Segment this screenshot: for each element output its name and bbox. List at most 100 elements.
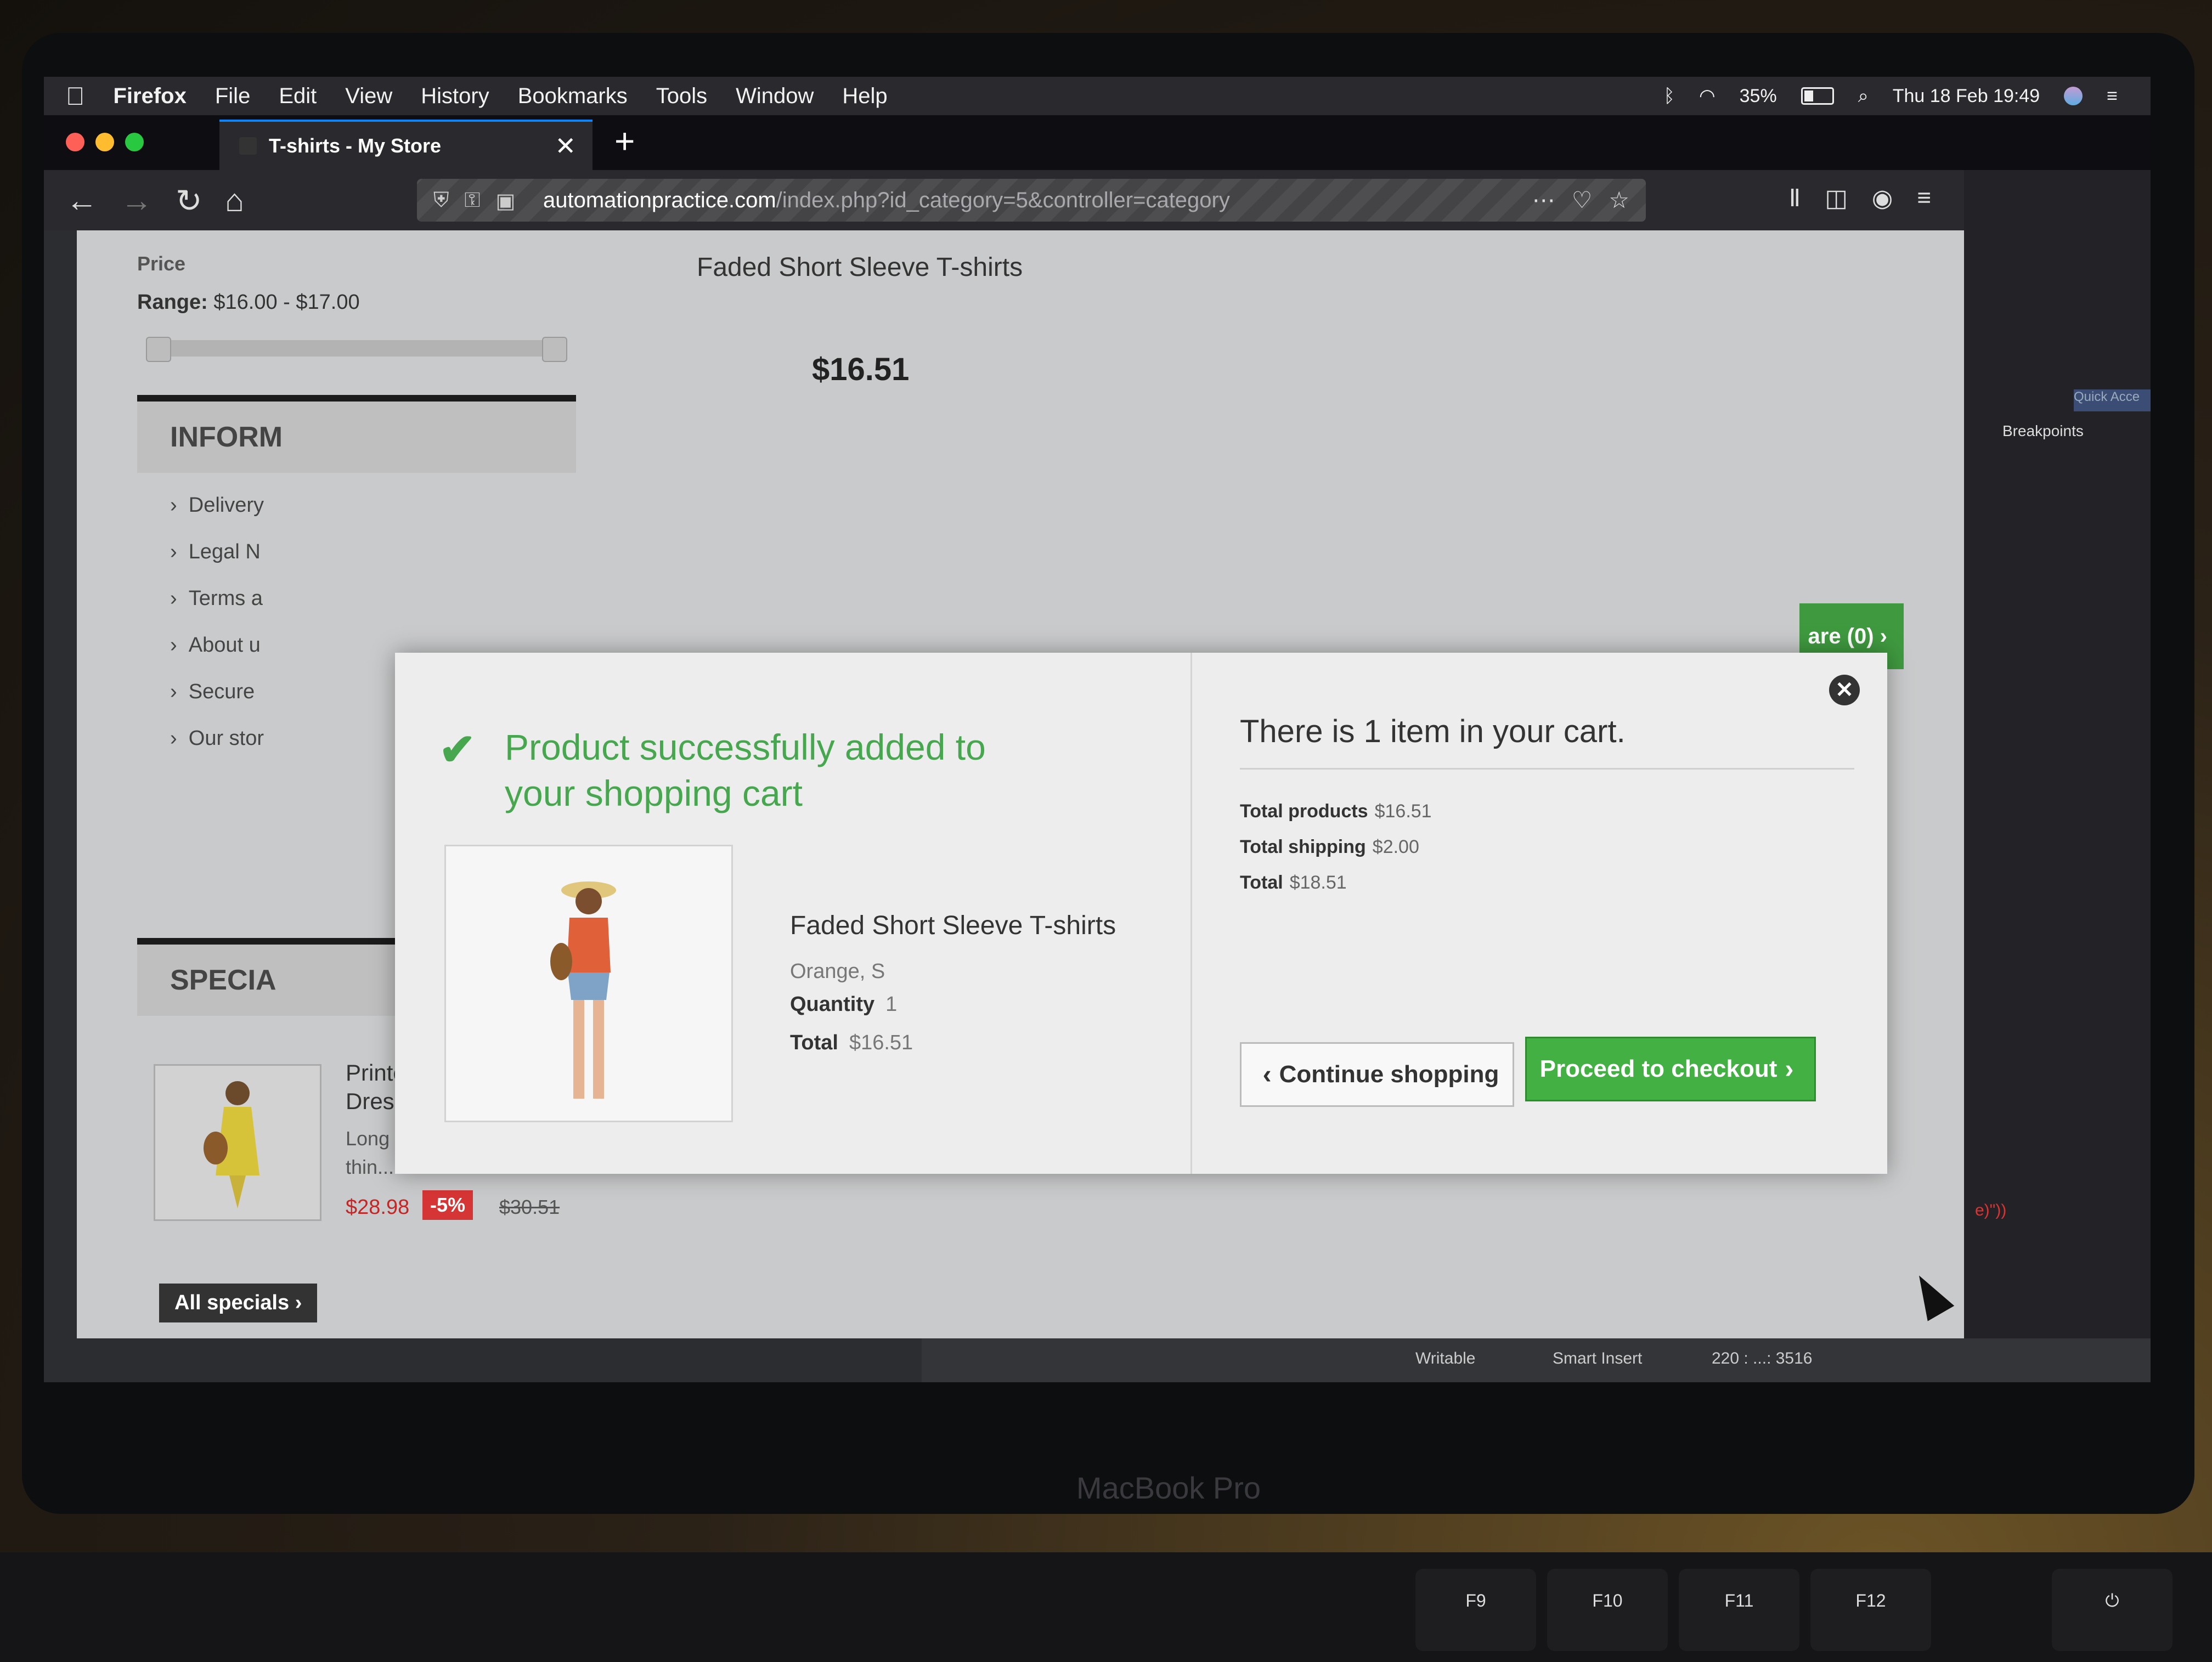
product-card-title[interactable]: Faded Short Sleeve T-shirts: [697, 252, 1023, 282]
insert-mode-status: Smart Insert: [1553, 1349, 1643, 1367]
modal-product-name: Faded Short Sleeve T-shirts: [790, 911, 1116, 940]
app-menu[interactable]: Firefox: [114, 84, 187, 109]
checkmark-icon: ✔: [439, 725, 476, 774]
menu-bookmarks[interactable]: Bookmarks: [518, 84, 628, 109]
laptop-screen:  Firefox File Edit View History Bookmar…: [44, 77, 2151, 1382]
tab-close-icon[interactable]: ✕: [555, 131, 576, 161]
slider-min-handle[interactable]: [146, 337, 171, 362]
chevron-right-icon: ›: [1785, 1054, 1794, 1084]
information-block-title: INFORM: [137, 402, 576, 473]
hamburger-menu-icon[interactable]: ≡: [1917, 184, 1931, 212]
key-f11: F11: [1679, 1569, 1799, 1651]
cart-divider: [1240, 768, 1854, 770]
tab-favicon-icon: [239, 137, 257, 155]
url-domain: automationpractice.com: [543, 188, 776, 212]
ide-status-bar: Writable Smart Insert 220 : ...: 3516: [922, 1338, 2151, 1382]
modal-product-panel: ✔ Product successfully added to your sho…: [395, 653, 1192, 1174]
spotlight-search-icon[interactable]: ⌕: [1858, 86, 1869, 107]
breakpoints-tab[interactable]: Breakpoints: [2002, 422, 2084, 440]
range-label: Range:: [137, 291, 208, 314]
continue-shopping-button[interactable]: ‹ Continue shopping: [1240, 1042, 1514, 1107]
browser-tab-bar: T-shirts - My Store ✕ +: [44, 115, 2151, 170]
all-specials-button[interactable]: All specials ›: [159, 1284, 318, 1322]
menu-file[interactable]: File: [215, 84, 250, 109]
url-bar-left-icons: ⛨ ⚿ ▣: [433, 189, 515, 213]
proceed-to-checkout-button[interactable]: Proceed to checkout ›: [1525, 1037, 1816, 1101]
menu-window[interactable]: Window: [736, 84, 814, 109]
back-arrow-icon[interactable]: ←: [66, 182, 98, 219]
price-range: Range: $16.00 - $17.00: [137, 291, 360, 314]
background-ide-panel: Quick Acce Breakpoints e)")): [1964, 170, 2151, 1382]
range-value: $16.00 - $17.00: [213, 291, 360, 314]
notification-center-icon[interactable]: ≡: [2107, 86, 2118, 107]
wifi-icon[interactable]: ◠: [1699, 85, 1716, 107]
permissions-icon[interactable]: ▣: [495, 189, 515, 213]
zoom-window-icon[interactable]: [125, 133, 144, 151]
page-actions-icon[interactable]: ⋯: [1532, 186, 1555, 213]
menu-help[interactable]: Help: [842, 84, 887, 109]
home-icon[interactable]: ⌂: [225, 182, 244, 219]
power-key-icon: ⏻: [2052, 1569, 2172, 1651]
cart-grand-total: Total $18.51: [1240, 872, 1347, 893]
quick-access-field[interactable]: Quick Acce: [2074, 389, 2151, 411]
sidebar-icon[interactable]: ◫: [1825, 184, 1848, 212]
info-link-about[interactable]: › About u: [170, 634, 261, 657]
info-link-delivery[interactable]: › Delivery: [170, 494, 264, 517]
battery-icon[interactable]: [1801, 87, 1834, 105]
cart-total-shipping: Total shipping $2.00: [1240, 836, 1419, 857]
modal-product-image: [444, 845, 733, 1122]
window-controls: [66, 133, 144, 151]
menubar-clock[interactable]: Thu 18 Feb 19:49: [1893, 86, 2040, 107]
laptop-model-label: MacBook Pro: [1076, 1471, 1261, 1505]
info-link-legal[interactable]: › Legal N: [170, 540, 261, 564]
special-old-price: $30.51: [499, 1196, 560, 1218]
forward-arrow-icon[interactable]: →: [121, 182, 153, 219]
new-tab-icon[interactable]: +: [614, 121, 635, 161]
price-slider[interactable]: [146, 337, 567, 362]
macos-menubar:  Firefox File Edit View History Bookmar…: [44, 77, 2151, 115]
menu-view[interactable]: View: [345, 84, 392, 109]
slider-max-handle[interactable]: [542, 337, 567, 362]
menubar-status-area: ᛒ ◠ 35% ⌕ Thu 18 Feb 19:49 ≡: [1664, 85, 2151, 107]
insecure-lock-icon[interactable]: ⚿: [465, 189, 481, 213]
bookmark-star-icon[interactable]: ☆: [1609, 186, 1629, 213]
user-avatar-icon[interactable]: [2064, 87, 2083, 105]
store-page: Price Range: $16.00 - $17.00 INFORM › De…: [77, 230, 1964, 1338]
menu-edit[interactable]: Edit: [279, 84, 317, 109]
cart-confirmation-modal: ✔ Product successfully added to your sho…: [395, 653, 1887, 1174]
tracking-shield-icon[interactable]: ⛨: [433, 189, 449, 213]
tab-title: T-shirts - My Store: [269, 134, 442, 157]
library-icon[interactable]: Ⅱ: [1789, 184, 1801, 212]
minimize-window-icon[interactable]: [95, 133, 114, 151]
close-icon[interactable]: ✕: [1829, 675, 1860, 705]
price-filter-label: Price: [137, 252, 186, 275]
key-f9: F9: [1415, 1569, 1536, 1651]
chevron-left-icon: ‹: [1262, 1060, 1272, 1089]
modal-cart-panel: ✕ There is 1 item in your cart. Total pr…: [1190, 653, 1887, 1174]
close-window-icon[interactable]: [66, 133, 84, 151]
special-price: $28.98: [346, 1196, 410, 1219]
bluetooth-icon[interactable]: ᛒ: [1664, 86, 1675, 107]
active-tab[interactable]: T-shirts - My Store ✕: [219, 120, 592, 170]
info-block-bar: [137, 395, 576, 402]
special-discount-badge: -5%: [422, 1190, 473, 1220]
info-link-stores[interactable]: › Our stor: [170, 727, 264, 750]
apple-menu-icon[interactable]: : [66, 81, 85, 111]
menu-history[interactable]: History: [421, 84, 489, 109]
account-icon[interactable]: ◉: [1872, 184, 1893, 212]
browser-toolbar-right: Ⅱ ◫ ◉ ≡: [1789, 184, 1931, 212]
modal-quantity: Quantity 1: [790, 993, 898, 1016]
special-product-image[interactable]: [154, 1064, 321, 1221]
success-message: Product successfully added to your shopp…: [505, 727, 986, 813]
url-bar[interactable]: ⛨ ⚿ ▣ automationpractice.com /index.php?…: [417, 179, 1646, 222]
key-f10: F10: [1547, 1569, 1668, 1651]
product-card-price: $16.51: [812, 352, 910, 387]
menu-tools[interactable]: Tools: [656, 84, 707, 109]
info-link-terms[interactable]: › Terms a: [170, 587, 263, 610]
modal-product-attributes: Orange, S: [790, 960, 885, 983]
info-link-secure[interactable]: › Secure: [170, 680, 255, 704]
key-f12: F12: [1810, 1569, 1931, 1651]
pocket-icon[interactable]: ♡: [1572, 186, 1593, 213]
url-bar-right-icons: ⋯ ♡ ☆: [1532, 186, 1629, 213]
reload-icon[interactable]: ↻: [176, 182, 202, 219]
